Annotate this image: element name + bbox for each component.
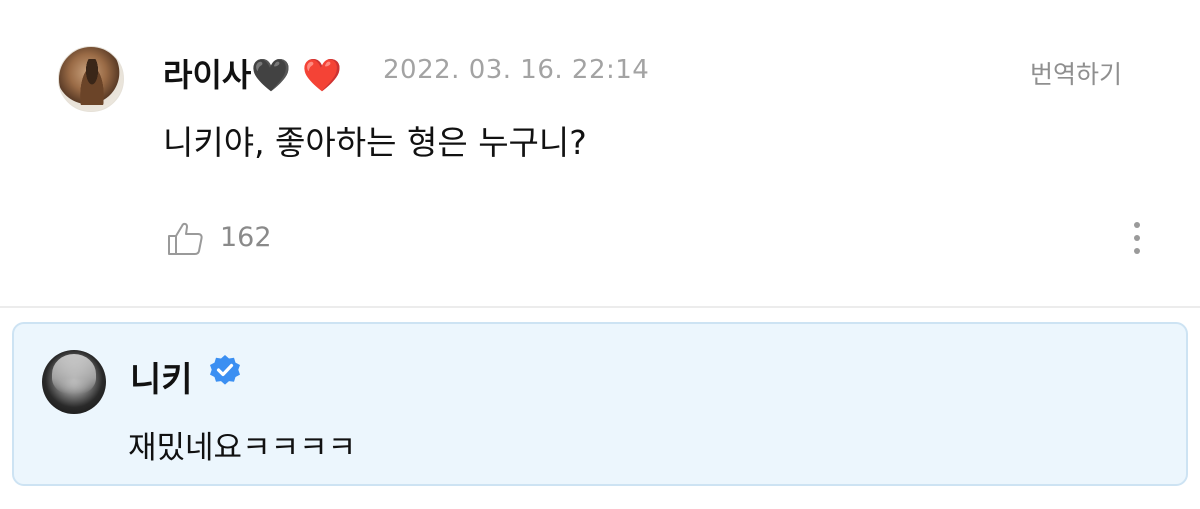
reply-author-name[interactable]: 니키: [130, 352, 193, 401]
reply-text: 재밌네요ㅋㅋㅋㅋ: [128, 430, 357, 466]
more-vertical-icon[interactable]: [1128, 222, 1146, 260]
author-avatar[interactable]: [58, 46, 124, 112]
avatar-image: [52, 354, 96, 394]
translate-button[interactable]: 번역하기: [1030, 55, 1122, 91]
verified-badge-icon: [210, 355, 240, 385]
avatar-image: [77, 59, 107, 105]
divider: [0, 306, 1200, 308]
like-count: 162: [220, 222, 272, 253]
comment-author-name[interactable]: 라이사🖤 ❤️: [163, 50, 342, 96]
fan-comment: 라이사🖤 ❤️ 2022. 03. 16. 22:14 번역하기 니키야, 좋아…: [0, 0, 1200, 306]
thumbs-up-icon[interactable]: [166, 221, 204, 257]
artist-reply: 니키 재밌네요ㅋㅋㅋㅋ: [12, 322, 1188, 486]
comment-text: 니키야, 좋아하는 형은 누구니?: [163, 123, 587, 162]
comment-timestamp: 2022. 03. 16. 22:14: [383, 55, 650, 85]
reply-author-avatar[interactable]: [42, 350, 106, 414]
